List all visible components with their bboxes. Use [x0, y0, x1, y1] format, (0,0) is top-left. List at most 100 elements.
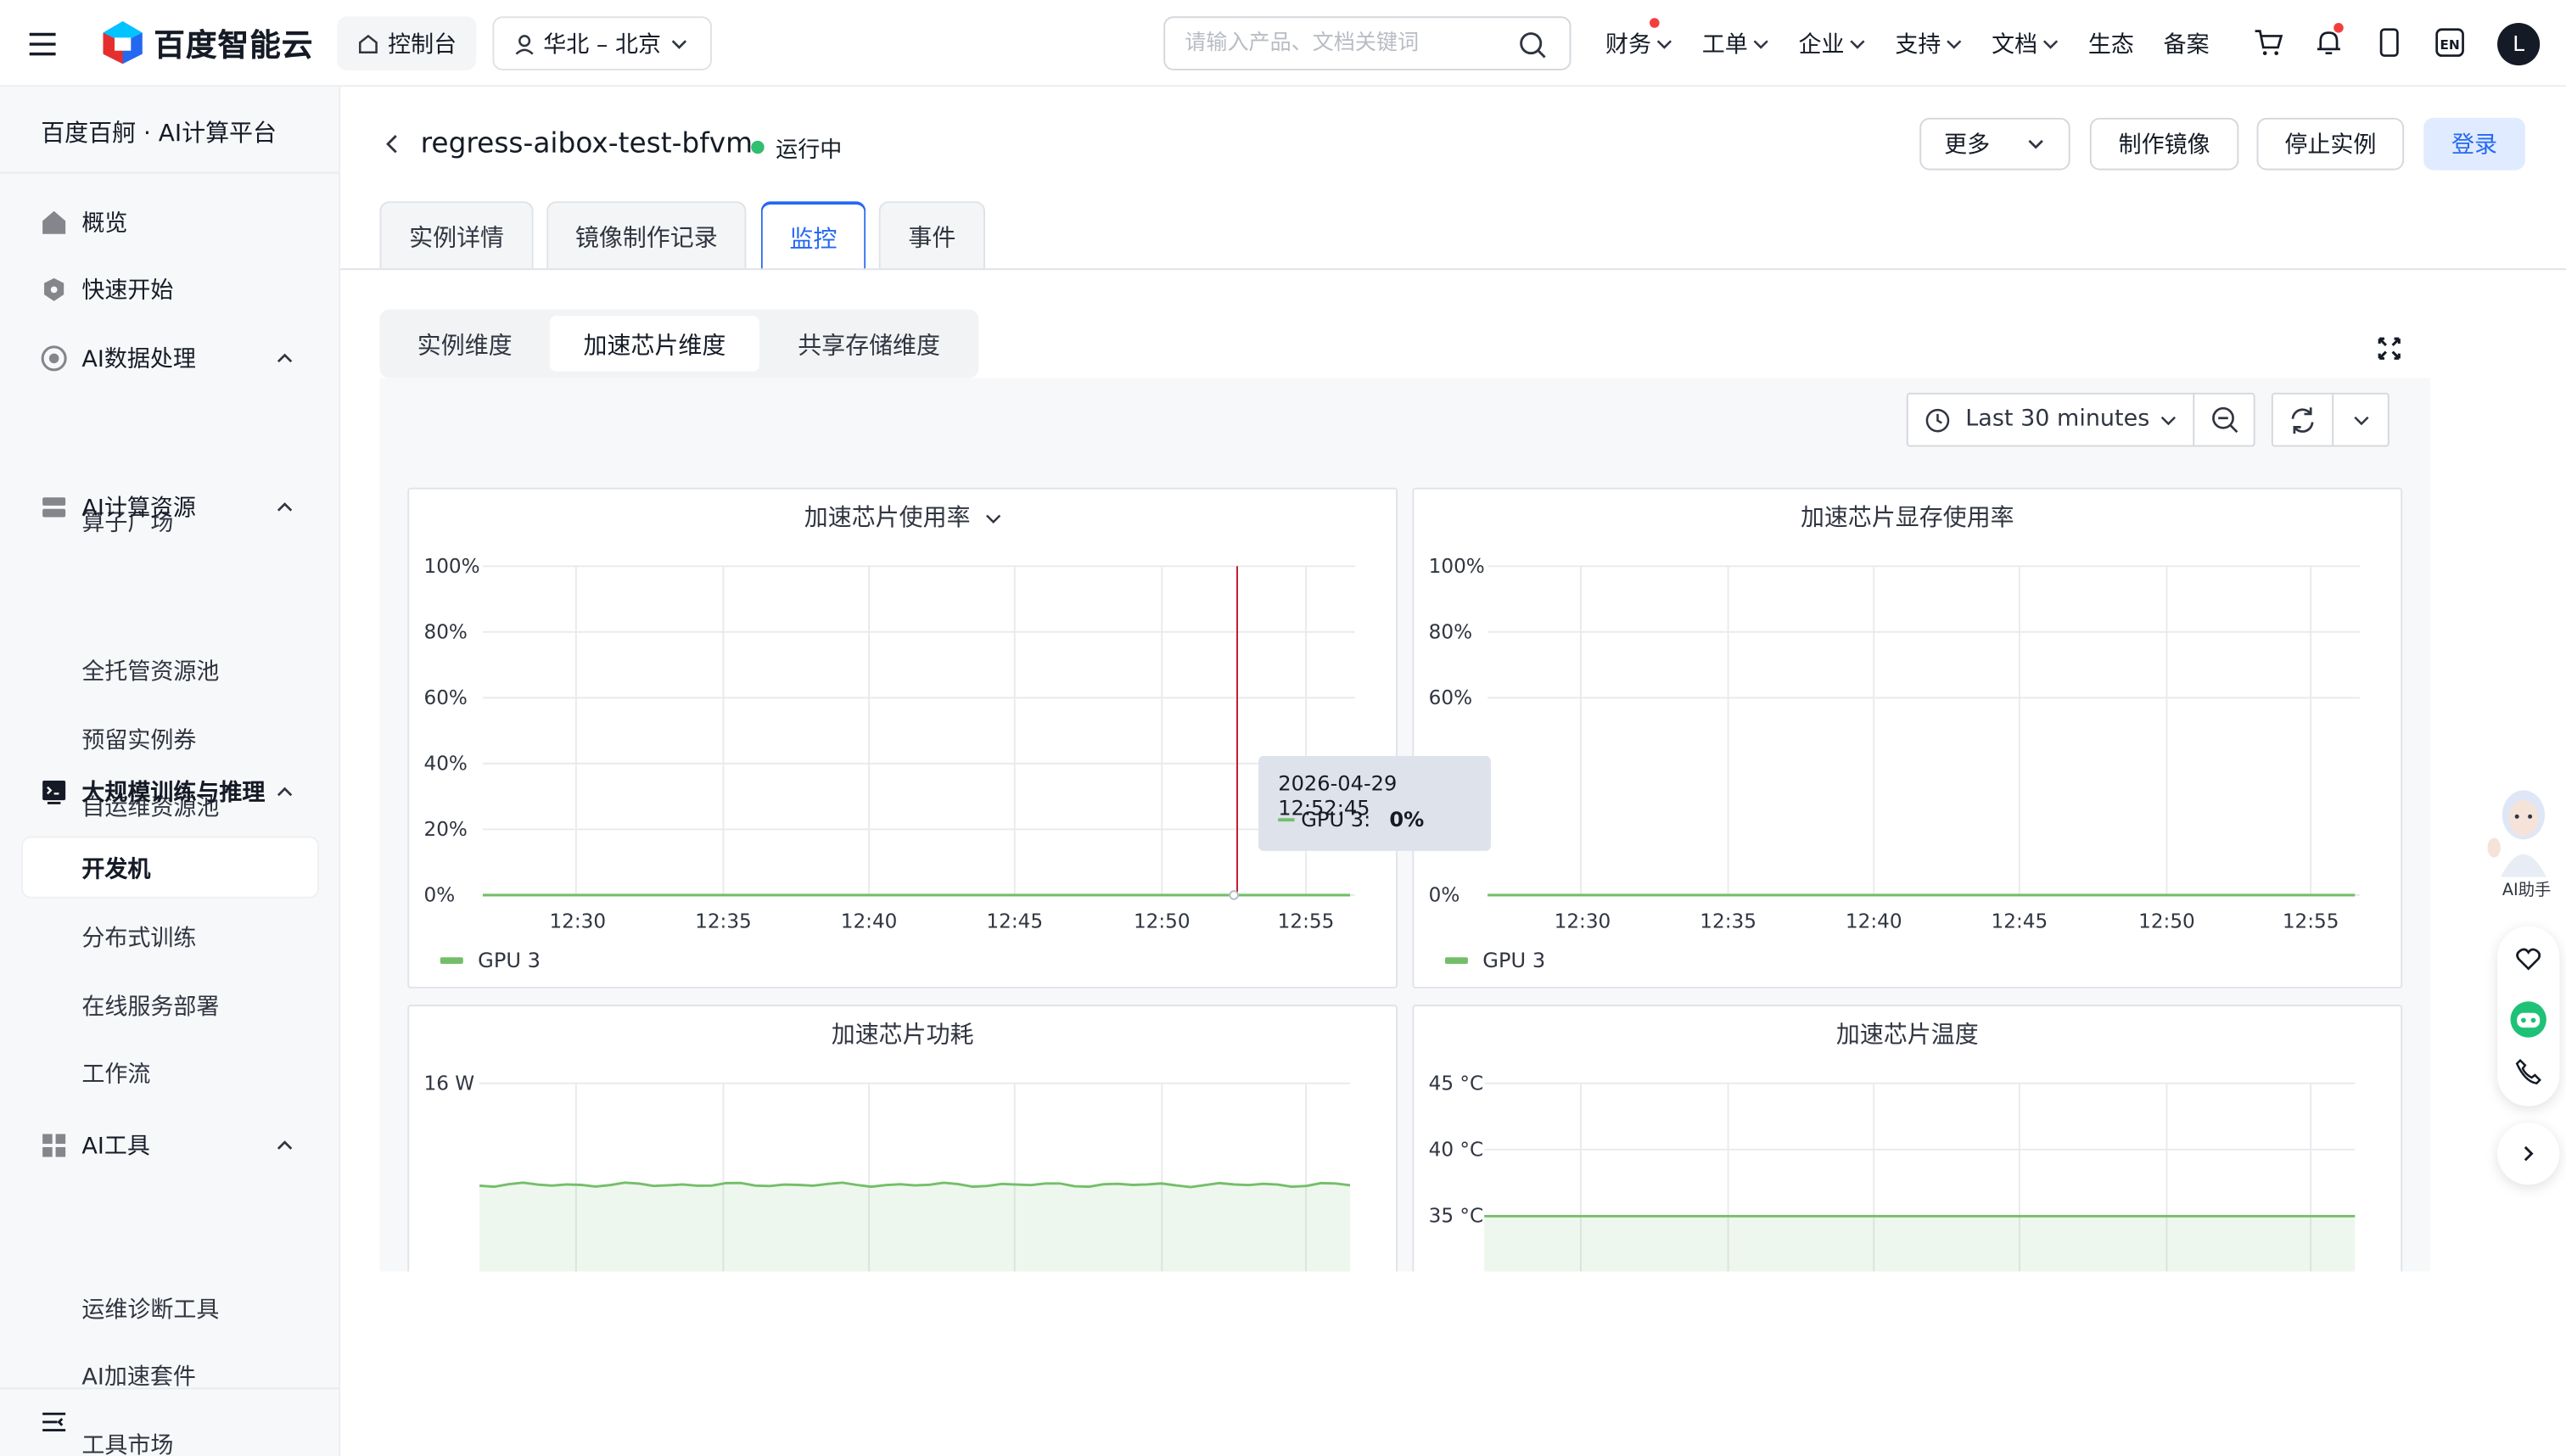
- nav-item-5[interactable]: 生态: [2088, 27, 2134, 60]
- x-tick-label: 12:35: [1700, 911, 1756, 933]
- sidebar-item-overview[interactable]: 概览: [0, 199, 339, 245]
- sidebar-item-devbox[interactable]: [21, 836, 320, 899]
- status-label: 运行中: [776, 137, 843, 164]
- sidebar: 百度百舸 · AI计算平台 概览 快速开始 AI数据处理 算子广场 AI计算资源…: [0, 87, 341, 1456]
- bell-icon[interactable]: [2312, 23, 2345, 62]
- panel-chip-temperature: 加速芯片温度 45 °C 40 °C 35 °C: [1412, 1005, 2404, 1272]
- chevron-down-icon: [1656, 39, 1672, 48]
- console-button[interactable]: 控制台: [337, 16, 477, 70]
- tab-image-records[interactable]: 镜像制作记录: [546, 201, 747, 269]
- chip-usage-chart[interactable]: 100% 80% 60% 40% 20% 0% 12:30 12:35 12:40 12:45 12…: [409, 490, 1399, 990]
- x-tick-label: 12:45: [1992, 911, 2048, 933]
- y-tick-label: 100%: [424, 556, 480, 578]
- panel-chip-power: 加速芯片功耗 16 W: [407, 1005, 1399, 1272]
- zoom-out-button[interactable]: [2193, 392, 2255, 447]
- cart-icon[interactable]: [2252, 23, 2285, 62]
- search-input[interactable]: [1185, 31, 1496, 56]
- legend-swatch: [1444, 956, 1468, 963]
- user-avatar[interactable]: L: [2497, 23, 2541, 66]
- sidebar-item-workflow[interactable]: 工作流: [81, 1057, 150, 1090]
- stop-instance-button[interactable]: 停止实例: [2256, 117, 2405, 171]
- x-tick-label: 12:40: [841, 911, 898, 933]
- y-tick-label: 40%: [424, 753, 468, 776]
- x-tick-label: 12:55: [2283, 911, 2339, 933]
- chip-power-chart[interactable]: 16 W: [409, 1006, 1399, 1272]
- chevron-down-icon: [2028, 139, 2043, 149]
- nav-item-label: 工单: [1701, 31, 1748, 59]
- sidebar-item-distributed-training[interactable]: 分布式训练: [81, 921, 196, 955]
- dimension-tabs: 实例维度 加速芯片维度 共享存储维度: [379, 309, 979, 378]
- chip-temperature-chart[interactable]: 45 °C 40 °C 35 °C: [1414, 1006, 2404, 1272]
- refresh-separator: [2332, 394, 2334, 445]
- nav-item-4[interactable]: 文档: [1992, 27, 2059, 60]
- sidebar-item-tool-market[interactable]: 工具市场: [81, 1429, 173, 1456]
- y-tick-label: 45 °C: [1429, 1072, 1484, 1095]
- sidebar-item-managed-pool[interactable]: 全托管资源池: [81, 654, 219, 687]
- brand-logo[interactable]: 百度智能云: [102, 20, 314, 65]
- ai-assistant-label[interactable]: AI助手: [2502, 876, 2551, 900]
- chart-legend[interactable]: GPU 3: [1444, 948, 1545, 972]
- chevron-up-icon: [277, 1140, 293, 1150]
- back-icon[interactable]: [381, 132, 404, 155]
- chevron-down-icon: [1753, 39, 1768, 48]
- phone-icon[interactable]: [2515, 1058, 2541, 1085]
- chip-memory-chart[interactable]: 100% 80% 60% 0% 12:30 12:35 12:40 12:45 12:50 12:…: [1414, 490, 2404, 990]
- tooltip-value: 0%: [1389, 806, 1425, 832]
- ai-assistant-avatar-icon[interactable]: [2485, 782, 2557, 877]
- sidebar-item-data[interactable]: AI数据处理: [0, 335, 339, 381]
- menu-icon[interactable]: [26, 28, 59, 61]
- sidebar-item-label: 概览: [81, 210, 128, 238]
- nav-item-6[interactable]: 备案: [2164, 27, 2210, 60]
- mobile-icon[interactable]: [2373, 23, 2406, 62]
- tab-instance-details[interactable]: 实例详情: [379, 201, 534, 269]
- chat-bot-icon[interactable]: [2509, 1000, 2548, 1039]
- subtab-storage[interactable]: 共享存储维度: [766, 316, 972, 372]
- chevron-down-icon[interactable]: [2353, 412, 2369, 428]
- sidebar-item-training[interactable]: 大规模训练与推理: [0, 769, 339, 815]
- collapse-sidebar-icon[interactable]: [41, 1410, 67, 1433]
- sidebar-item-online-serving[interactable]: 在线服务部署: [81, 990, 219, 1023]
- more-button[interactable]: 更多: [1919, 117, 2070, 171]
- nav-item-1[interactable]: 工单: [1702, 27, 1769, 60]
- nav-item-0[interactable]: 财务: [1605, 17, 1672, 60]
- search-box: [1163, 16, 1572, 70]
- heart-icon[interactable]: [2515, 946, 2541, 972]
- sidebar-item-quickstart[interactable]: 快速开始: [0, 266, 339, 312]
- make-image-button[interactable]: 制作镜像: [2089, 117, 2239, 171]
- sidebar-item-label: AI数据处理: [81, 346, 196, 373]
- top-nav: 百度智能云 控制台 华北 – 北京 财务 工单 企业 支持 文档 生态 备案: [0, 0, 2566, 87]
- x-tick-label: 12:30: [549, 911, 606, 933]
- tab-events[interactable]: 事件: [878, 201, 986, 269]
- terminal-icon: [42, 780, 66, 804]
- console-label: 控制台: [388, 31, 457, 59]
- login-button[interactable]: 登录: [2423, 117, 2525, 171]
- sidebar-item-compute[interactable]: AI计算资源: [0, 484, 339, 530]
- fullscreen-icon[interactable]: [2376, 335, 2402, 361]
- nav-item-2[interactable]: 企业: [1799, 27, 1866, 60]
- chevron-down-icon: [1947, 39, 1962, 48]
- sidebar-item-reserved-coupon[interactable]: 预留实例券: [81, 723, 196, 756]
- tab-monitor[interactable]: 监控: [760, 201, 866, 271]
- zoom-out-icon: [2212, 406, 2238, 434]
- nav-item-3[interactable]: 支持: [1895, 27, 1962, 60]
- search-icon[interactable]: [1519, 31, 1547, 59]
- grid-icon: [42, 1134, 66, 1157]
- more-label: 更多: [1944, 132, 1991, 160]
- region-select[interactable]: 华北 – 北京: [492, 16, 712, 70]
- subtab-instance[interactable]: 实例维度: [386, 316, 543, 372]
- nav-item-label: 备案: [2163, 31, 2210, 59]
- refresh-icon[interactable]: [2288, 406, 2317, 435]
- y-tick-label: 16 W: [424, 1072, 475, 1095]
- sidebar-item-tools[interactable]: AI工具: [0, 1123, 339, 1168]
- sidebar-item-diagnosis[interactable]: 运维诊断工具: [81, 1293, 219, 1326]
- y-tick-label: 80%: [424, 622, 468, 644]
- location-icon: [515, 34, 534, 54]
- baidu-cloud-logo-icon: [103, 21, 143, 64]
- language-icon[interactable]: EN: [2434, 23, 2467, 62]
- home-icon: [359, 33, 378, 53]
- notification-dot: [2333, 23, 2344, 33]
- chart-legend[interactable]: GPU 3: [440, 948, 541, 972]
- subtab-chip[interactable]: 加速芯片维度: [550, 316, 759, 372]
- float-next-button[interactable]: [2497, 1123, 2560, 1185]
- x-tick-label: 12:35: [695, 911, 752, 933]
